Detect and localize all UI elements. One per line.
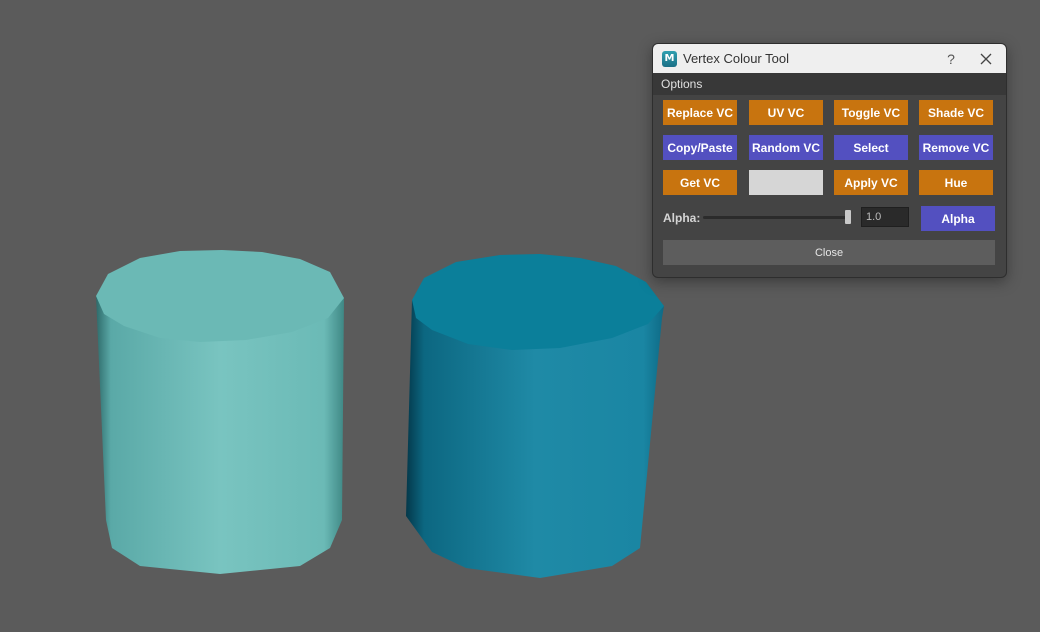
close-button[interactable]: Close xyxy=(663,240,995,265)
alpha-label: Alpha: xyxy=(663,211,701,225)
alpha-value-field[interactable]: 1.0 xyxy=(861,207,909,227)
alpha-button[interactable]: Alpha xyxy=(921,206,995,231)
alpha-slider-handle[interactable] xyxy=(845,210,851,224)
select-button[interactable]: Select xyxy=(834,135,908,160)
color-swatch[interactable] xyxy=(749,170,823,195)
close-window-button[interactable] xyxy=(966,44,1006,73)
uv-vc-button[interactable]: UV VC xyxy=(749,100,823,125)
copy-paste-button[interactable]: Copy/Paste xyxy=(663,135,737,160)
random-vc-button[interactable]: Random VC xyxy=(749,135,823,160)
alpha-slider[interactable] xyxy=(703,216,850,219)
menubar: Options xyxy=(653,73,1006,95)
shade-vc-button[interactable]: Shade VC xyxy=(919,100,993,125)
menu-options[interactable]: Options xyxy=(653,77,702,91)
cylinder-teal-blue[interactable] xyxy=(406,254,664,578)
get-vc-button[interactable]: Get VC xyxy=(663,170,737,195)
maya-app-icon: M xyxy=(662,50,677,67)
hue-button[interactable]: Hue xyxy=(919,170,993,195)
window-titlebar[interactable]: M Vertex Colour Tool ? xyxy=(653,44,1006,73)
help-button[interactable]: ? xyxy=(936,51,966,67)
apply-vc-button[interactable]: Apply VC xyxy=(834,170,908,195)
replace-vc-button[interactable]: Replace VC xyxy=(663,100,737,125)
remove-vc-button[interactable]: Remove VC xyxy=(919,135,993,160)
window-title: Vertex Colour Tool xyxy=(683,51,789,66)
vertex-colour-tool-window: M Vertex Colour Tool ? Options Replace V… xyxy=(652,43,1007,278)
cylinder-light-cyan[interactable] xyxy=(96,250,344,574)
toggle-vc-button[interactable]: Toggle VC xyxy=(834,100,908,125)
close-icon xyxy=(980,53,992,64)
